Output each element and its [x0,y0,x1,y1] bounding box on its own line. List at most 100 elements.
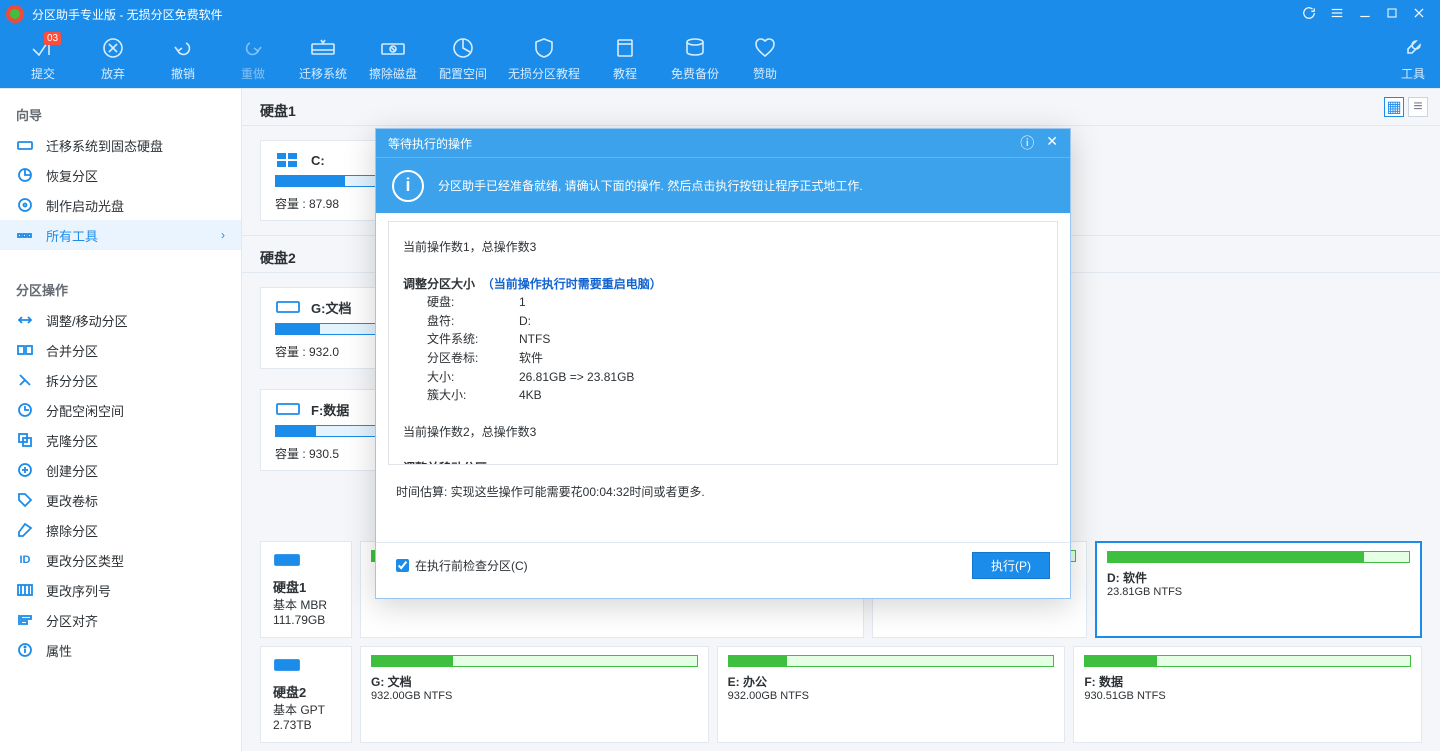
split-icon [16,371,34,389]
sidebar: 向导 迁移系统到固态硬盘 恢复分区 制作启动光盘 所有工具› 分区操作 调整/移… [0,89,242,751]
toolbar-donate[interactable]: 赞助 [730,28,800,88]
toolbar-undo[interactable]: 撤销 [148,28,218,88]
merge-icon [16,341,34,359]
wizard-heading: 向导 [0,93,241,130]
toolbar-tools[interactable]: 工具 [1386,28,1440,88]
diskmap-part-e[interactable]: E: 办公 932.00GB NTFS [717,646,1066,743]
menu-icon[interactable] [1330,6,1344,22]
shield-icon [533,35,555,61]
dialog-title-bar[interactable]: 等待执行的操作 ⓘ ✕ [376,129,1070,157]
sidebar-item-type[interactable]: ID更改分区类型 [0,545,241,575]
op2-header: 当前操作数2，总操作数3 [403,423,1043,442]
operations-list[interactable]: 当前操作数1，总操作数3 调整分区大小 （当前操作执行时需要重启电脑） 硬盘:1… [388,221,1058,465]
align-icon [16,611,34,629]
info-icon [16,641,34,659]
id-icon: ID [16,551,34,569]
execute-button[interactable]: 执行(P) [972,552,1050,579]
op1-header: 当前操作数1，总操作数3 [403,238,1043,257]
pending-ops-dialog: 等待执行的操作 ⓘ ✕ i 分区助手已经准备就绪, 请确认下面的操作. 然后点击… [375,128,1071,599]
sidebar-item-all-tools[interactable]: 所有工具› [0,220,241,250]
sidebar-item-prop[interactable]: 属性 [0,635,241,665]
maximize-button[interactable] [1386,7,1398,21]
clock-icon [16,401,34,419]
view-toggle: ▦ ≡ [1384,97,1428,117]
info-circle-icon: i [392,170,424,202]
refresh-icon[interactable] [1302,6,1316,22]
sidebar-item-create[interactable]: 创建分区 [0,455,241,485]
wrench-icon [1402,35,1424,61]
toolbar-course-part[interactable]: 无损分区教程 [498,28,590,88]
view-list-icon[interactable]: ≡ [1408,97,1428,117]
sidebar-item-resize[interactable]: 调整/移动分区 [0,305,241,335]
sidebar-item-serial[interactable]: 更改序列号 [0,575,241,605]
toolbar-backup[interactable]: 免费备份 [660,28,730,88]
eraser-icon [16,521,34,539]
chevron-right-icon: › [221,228,225,242]
sidebar-item-ssd-migrate[interactable]: 迁移系统到固态硬盘 [0,130,241,160]
toolbar-course[interactable]: 教程 [590,28,660,88]
diskmap-part-d[interactable]: D: 软件 23.81GB NTFS [1095,541,1422,638]
alloc-icon [452,35,474,61]
toolbar-commit[interactable]: 03 提交 [8,28,78,88]
dialog-close-icon[interactable]: ✕ [1046,133,1058,153]
wipe-icon [380,35,406,61]
disk-icon [16,136,34,154]
window-title: 分区助手专业版 - 无损分区免费软件 [32,6,223,23]
migrate-icon [310,35,336,61]
op1-details: 硬盘:1 盘符:D: 文件系统:NTFS 分区卷标:软件 大小:26.81GB … [427,293,634,405]
sidebar-item-bootdisc[interactable]: 制作启动光盘 [0,190,241,220]
disc-icon [16,196,34,214]
book-icon [614,35,636,61]
toolbar-alloc[interactable]: 配置空间 [428,28,498,88]
app-logo-icon [4,3,26,25]
backup-icon [684,35,706,61]
dialog-title: 等待执行的操作 [388,135,472,152]
card-f-name: F:数据 [311,400,349,419]
check-before-exec-checkbox[interactable] [396,559,409,572]
drive-icon [275,299,301,317]
discard-icon [102,35,124,61]
dialog-banner-text: 分区助手已经准备就绪, 请确认下面的操作. 然后点击执行按钮让程序正式地工作. [438,177,863,194]
diskmap-disk1-meta[interactable]: 硬盘1 基本 MBR 111.79GB [260,541,352,638]
pie-icon [16,166,34,184]
ops-heading: 分区操作 [0,268,241,305]
diskmap-part-f[interactable]: F: 数据 930.51GB NTFS [1073,646,1422,743]
sidebar-item-clone[interactable]: 克隆分区 [0,425,241,455]
view-grid-icon[interactable]: ▦ [1384,97,1404,117]
sidebar-item-split[interactable]: 拆分分区 [0,365,241,395]
undo-icon [172,35,194,61]
toolbar-wipe[interactable]: 擦除磁盘 [358,28,428,88]
sidebar-item-recover[interactable]: 恢复分区 [0,160,241,190]
resize-icon [16,311,34,329]
toolbar-migrate[interactable]: 迁移系统 [288,28,358,88]
toolbar-redo[interactable]: 重做 [218,28,288,88]
commit-badge: 03 [44,32,61,45]
check-before-exec[interactable]: 在执行前检查分区(C) [396,557,528,574]
dialog-banner: i 分区助手已经准备就绪, 请确认下面的操作. 然后点击执行按钮让程序正式地工作… [376,157,1070,213]
title-bar: 分区助手专业版 - 无损分区免费软件 [0,0,1440,28]
diskmap-part-g[interactable]: G: 文档 932.00GB NTFS [360,646,709,743]
disk1-title: 硬盘1 [242,89,1440,126]
close-button[interactable] [1412,6,1426,22]
sidebar-item-wipe-part[interactable]: 擦除分区 [0,515,241,545]
toolbar: 03 提交 放弃 撤销 重做 迁移系统 擦除磁盘 配置空间 无损分区教程 教程 … [0,28,1440,88]
minimize-button[interactable] [1358,6,1372,22]
resize-warn: （当前操作执行时需要重启电脑） [482,277,662,291]
sidebar-item-allocfree[interactable]: 分配空闲空间 [0,395,241,425]
sidebar-item-align[interactable]: 分区对齐 [0,605,241,635]
windows-disk-icon [275,151,301,169]
card-g-name: G:文档 [311,298,351,317]
disk-solid-icon [273,657,339,678]
sidebar-item-label[interactable]: 更改卷标 [0,485,241,515]
hash-icon [16,581,34,599]
drive-icon [275,401,301,419]
resize-heading: 调整分区大小 [403,277,475,291]
disk-solid-icon [273,552,339,573]
time-estimate: 时间估算: 实现这些操作可能需要花00:04:32时间或者更多. [376,465,1070,500]
heart-icon [754,35,776,61]
toolbar-discard[interactable]: 放弃 [78,28,148,88]
plus-circle-icon [16,461,34,479]
dialog-help-icon[interactable]: ⓘ [1020,133,1034,153]
sidebar-item-merge[interactable]: 合并分区 [0,335,241,365]
diskmap-disk2-meta[interactable]: 硬盘2 基本 GPT 2.73TB [260,646,352,743]
